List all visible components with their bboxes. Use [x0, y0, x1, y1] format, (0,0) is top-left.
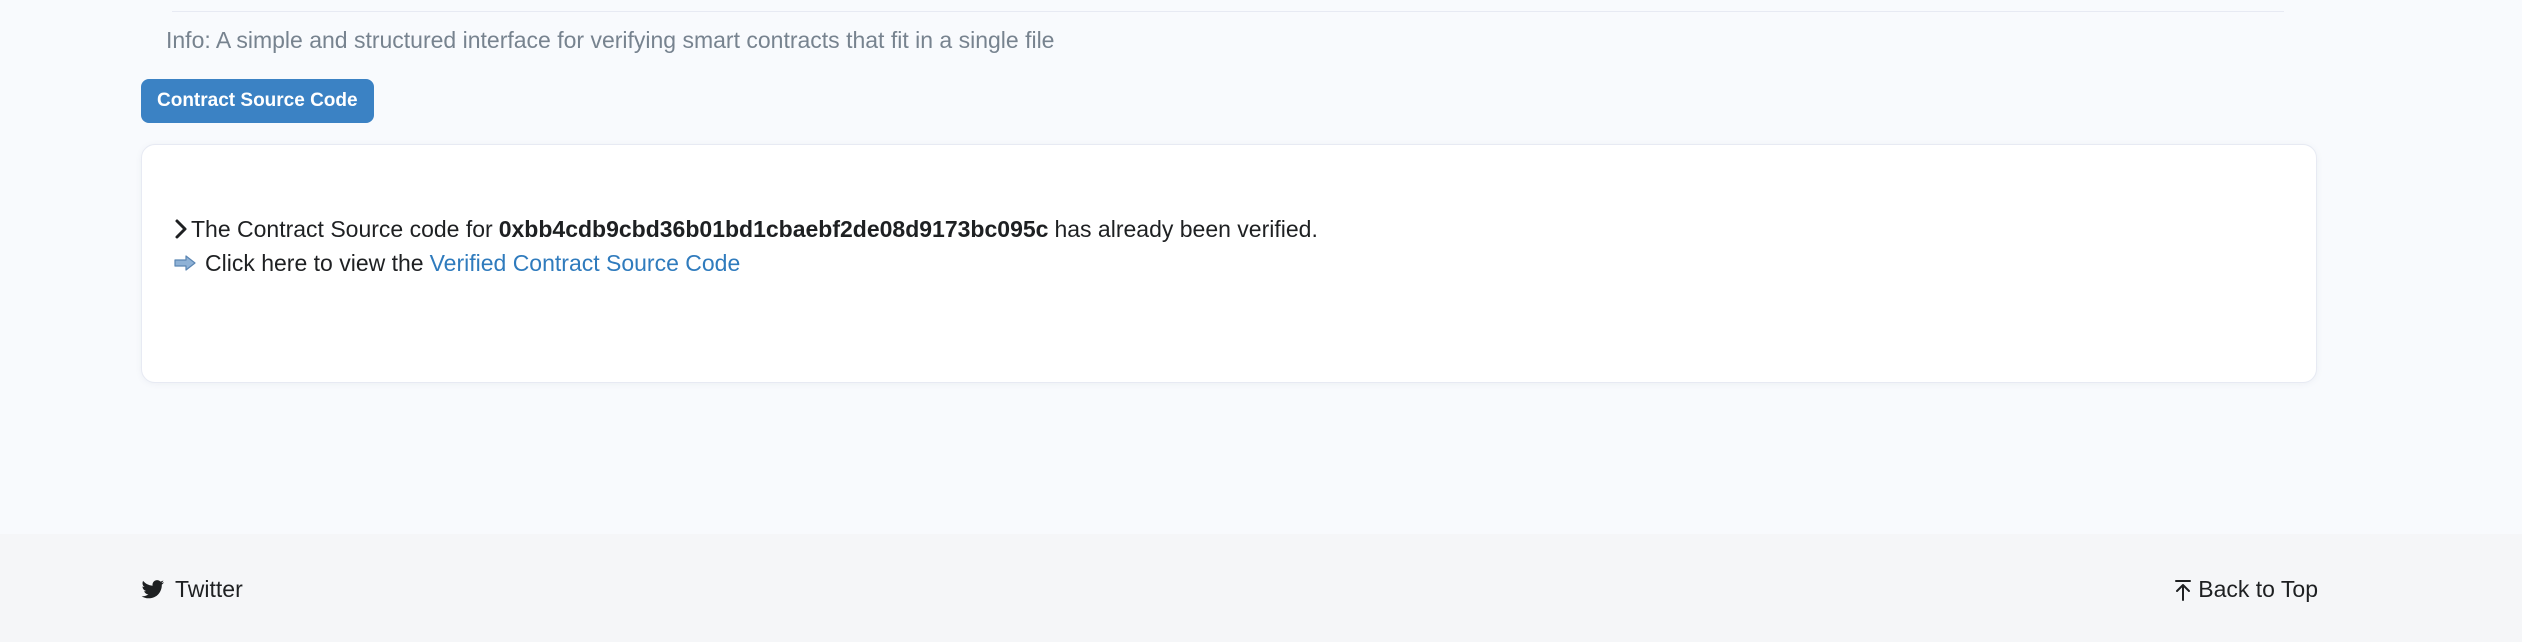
info-text: Info: A simple and structured interface …: [166, 27, 1055, 53]
page: Info: A simple and structured interface …: [0, 0, 2522, 642]
contract-address: 0xbb4cdb9cbd36b01bd1cbaebf2de08d9173bc09…: [498, 216, 1049, 242]
arrow-up-to-line-icon: [2175, 579, 2192, 601]
verification-card: The Contract Source code for 0xbb4cdb9cb…: [141, 144, 2317, 383]
footer: Twitter Back to Top: [0, 534, 2522, 642]
verified-source-link[interactable]: Verified Contract Source Code: [430, 248, 741, 278]
tab-contract-source-code[interactable]: Contract Source Code: [141, 79, 374, 123]
view-source-line: Click here to view the Verified Contract…: [173, 248, 740, 278]
twitter-link[interactable]: Twitter: [141, 576, 243, 603]
arrow-right-icon: [174, 255, 196, 271]
twitter-icon: [141, 579, 165, 598]
back-to-top-link[interactable]: Back to Top: [2174, 576, 2318, 603]
message-prefix: The Contract Source code for: [191, 216, 493, 242]
chevron-right-icon: [175, 219, 187, 239]
message-suffix: has already been verified.: [1054, 216, 1318, 242]
back-to-top-label: Back to Top: [2198, 576, 2318, 602]
divider: [172, 11, 2284, 12]
verified-message: The Contract Source code for 0xbb4cdb9cb…: [173, 214, 1318, 244]
twitter-label: Twitter: [175, 576, 243, 602]
view-prefix: Click here to view the: [205, 250, 424, 276]
